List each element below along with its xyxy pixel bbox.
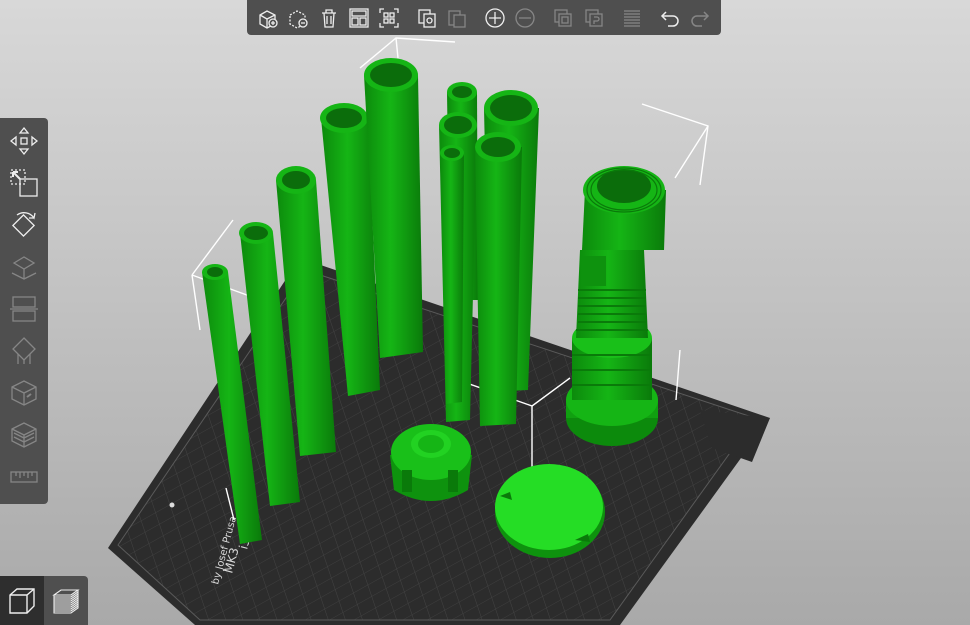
toolbar-separator — [404, 4, 412, 32]
knob-model[interactable] — [390, 424, 472, 501]
toolbar-separator — [472, 4, 480, 32]
place-on-face-button[interactable] — [3, 246, 45, 288]
add-cube-icon — [259, 9, 278, 29]
hilt-model[interactable] — [566, 166, 666, 446]
place-on-face-icon — [11, 256, 37, 280]
toolbar-separator — [541, 4, 549, 32]
delete-button[interactable] — [285, 4, 312, 32]
add-instance-icon — [485, 7, 505, 28]
support-painting-icon — [12, 337, 36, 364]
delete-cube-icon — [289, 9, 308, 29]
undo-icon — [660, 10, 679, 27]
select-all-button[interactable] — [375, 4, 402, 32]
move-tool-button[interactable] — [3, 120, 45, 162]
toolbar-separator — [609, 4, 617, 32]
split-parts-icon — [584, 8, 603, 27]
arrange-button[interactable] — [345, 4, 372, 32]
copy-button[interactable] — [413, 4, 440, 32]
rotate-icon — [11, 212, 36, 238]
scale-tool-button[interactable] — [3, 162, 45, 204]
rotate-tool-button[interactable] — [3, 204, 45, 246]
left-gizmo-toolbar — [0, 118, 48, 504]
cut-icon — [10, 296, 38, 322]
seam-painting-icon — [11, 380, 37, 406]
split-objects-icon — [554, 8, 573, 27]
hollow-tool-button[interactable] — [3, 414, 45, 456]
preview-layers-icon — [52, 588, 80, 614]
toolbar-separator — [647, 4, 655, 32]
select-all-icon — [379, 7, 399, 28]
3d-view-icon — [9, 587, 35, 614]
hollow-icon — [11, 422, 37, 448]
move-icon — [9, 126, 39, 156]
support-painting-button[interactable] — [3, 330, 45, 372]
add-instance-button[interactable] — [482, 4, 509, 32]
preview-tab[interactable] — [44, 576, 88, 625]
view-switcher — [0, 576, 88, 625]
delete-all-button[interactable] — [315, 4, 342, 32]
layers-editing-icon — [623, 9, 640, 27]
undo-button[interactable] — [656, 4, 683, 32]
scale-icon — [10, 169, 38, 197]
split-objects-button[interactable] — [550, 4, 577, 32]
measure-icon — [10, 471, 38, 483]
trash-icon — [321, 8, 336, 28]
cut-tool-button[interactable] — [3, 288, 45, 330]
copy-icon — [418, 8, 436, 28]
arrange-icon — [349, 7, 369, 28]
redo-button[interactable] — [686, 4, 713, 32]
seam-painting-button[interactable] — [3, 372, 45, 414]
top-toolbar — [247, 0, 721, 35]
disc-model[interactable] — [495, 464, 605, 558]
measure-tool-button[interactable] — [3, 456, 45, 498]
3d-view-tab[interactable] — [0, 576, 44, 625]
layers-editing-button[interactable] — [618, 4, 645, 32]
add-button[interactable] — [255, 4, 282, 32]
remove-instance-icon — [515, 7, 536, 28]
redo-icon — [691, 10, 709, 27]
3d-viewport[interactable]: MK3 by Josef Prusa i3 — [0, 0, 970, 625]
paste-button[interactable] — [444, 4, 471, 32]
paste-icon — [448, 9, 466, 28]
remove-instance-button[interactable] — [512, 4, 539, 32]
split-parts-button[interactable] — [580, 4, 607, 32]
